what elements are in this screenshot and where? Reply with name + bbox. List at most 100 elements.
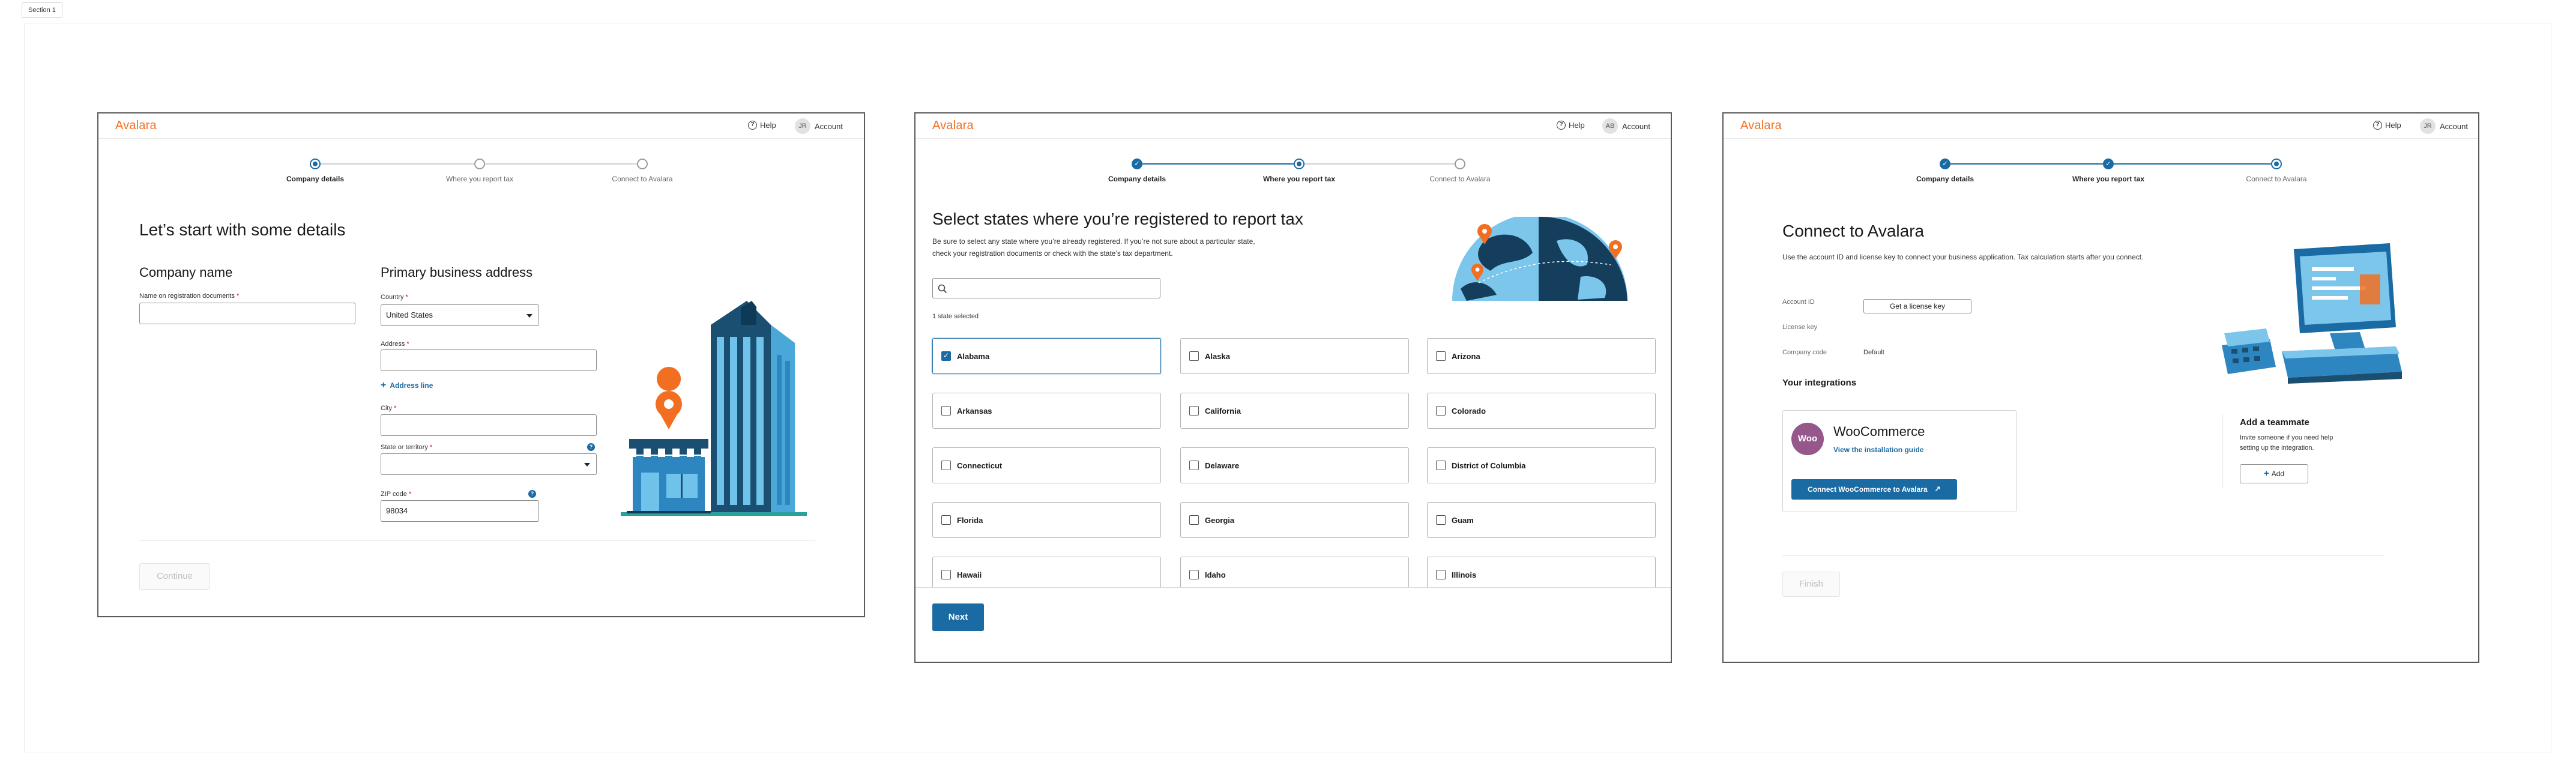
woocommerce-logo-icon: Woo <box>1791 423 1824 455</box>
country-value: United States <box>386 310 433 319</box>
integrations-heading: Your integrations <box>1782 378 1857 388</box>
checkbox-icon[interactable] <box>941 515 951 525</box>
state-option-card[interactable]: Arkansas <box>932 393 1161 429</box>
step-2-label: Where you report tax <box>1262 175 1336 183</box>
installation-guide-link[interactable]: View the installation guide <box>1833 446 1923 454</box>
account-label: Account <box>2440 121 2468 131</box>
avatar: AB <box>1602 118 1618 134</box>
add-teammate-button[interactable]: + Add <box>2240 464 2308 483</box>
globe-illustration <box>1452 217 1627 301</box>
integration-card: Woo WooCommerce View the installation gu… <box>1782 410 2016 512</box>
finish-button[interactable]: Finish <box>1782 572 1840 597</box>
step-1-current-icon <box>310 159 321 169</box>
state-search-input[interactable] <box>932 278 1160 298</box>
help-label: Help <box>2385 121 2401 130</box>
state-option-card[interactable]: Guam <box>1427 502 1656 538</box>
company-code-label: Company code <box>1782 349 1827 356</box>
avalara-logo[interactable]: Avalara <box>932 119 974 133</box>
state-option-card[interactable]: District of Columbia <box>1427 447 1656 483</box>
state-option-label: Hawaii <box>957 570 982 579</box>
continue-button[interactable]: Continue <box>139 563 210 590</box>
checkbox-icon[interactable] <box>941 406 951 416</box>
help-link[interactable]: ? Help <box>748 121 776 130</box>
account-menu[interactable]: AB Account <box>1602 118 1650 134</box>
info-icon[interactable]: ? <box>587 443 595 451</box>
storefront-illustration <box>621 301 807 516</box>
checkbox-icon[interactable] <box>1436 570 1446 579</box>
avatar: JR <box>795 118 810 134</box>
info-icon[interactable]: ? <box>528 490 536 498</box>
city-input[interactable] <box>381 414 597 436</box>
checkbox-icon[interactable] <box>1436 406 1446 416</box>
avalara-logo[interactable]: Avalara <box>1740 119 1782 133</box>
state-option-label: California <box>1205 406 1241 416</box>
address-heading: Primary business address <box>381 265 533 280</box>
avatar: JR <box>2420 118 2436 134</box>
checkbox-icon[interactable] <box>1189 515 1199 525</box>
state-option-card[interactable]: Arizona <box>1427 338 1656 374</box>
state-option-card[interactable]: ✓ Alabama <box>932 338 1161 374</box>
state-option-card[interactable]: Alaska <box>1180 338 1409 374</box>
license-key-label: License key <box>1782 324 1818 331</box>
next-button[interactable]: Next <box>932 603 984 631</box>
state-option-label: Idaho <box>1205 570 1226 579</box>
step-3-current-icon <box>2271 159 2282 169</box>
add-teammate-desc-line2: setting up the integration. <box>2240 444 2314 452</box>
checkbox-icon[interactable] <box>1189 351 1199 361</box>
help-icon: ? <box>2373 121 2382 130</box>
state-option-card[interactable]: Connecticut <box>932 447 1161 483</box>
step-2-label: Where you report tax <box>2072 175 2145 183</box>
state-option-label: Illinois <box>1452 570 1477 579</box>
state-option-card[interactable]: Florida <box>932 502 1161 538</box>
state-option-label: Alabama <box>957 351 990 361</box>
step-3-label: Connect to Avalara <box>2246 175 2307 183</box>
state-option-card[interactable]: Colorado <box>1427 393 1656 429</box>
state-select[interactable] <box>381 453 597 475</box>
state-option-label: District of Columbia <box>1452 461 1526 470</box>
state-option-card[interactable]: California <box>1180 393 1409 429</box>
checkbox-icon[interactable] <box>1436 351 1446 361</box>
state-option-label: Colorado <box>1452 406 1486 416</box>
account-label: Account <box>1622 121 1650 131</box>
checkbox-icon[interactable] <box>941 461 951 470</box>
zip-input[interactable]: 98034 <box>381 500 539 522</box>
company-name-input[interactable] <box>139 303 355 324</box>
account-menu[interactable]: JR Account <box>795 118 843 134</box>
connect-woocommerce-button[interactable]: Connect WooCommerce to Avalara ↗ <box>1791 479 1957 500</box>
step-connector <box>2114 163 2276 165</box>
company-code-value: Default <box>1863 349 1884 356</box>
help-link[interactable]: ? Help <box>1557 121 1585 130</box>
checkbox-checked-icon[interactable]: ✓ <box>941 351 951 361</box>
account-menu[interactable]: JR Account <box>2420 118 2468 134</box>
page-title: Connect to Avalara <box>1782 222 1925 240</box>
get-license-key-button[interactable]: Get a license key <box>1863 299 1971 313</box>
add-address-line-link[interactable]: + Address line <box>381 380 433 391</box>
state-option-label: Georgia <box>1205 515 1235 525</box>
progress-stepper: ✓ ✓ Company details Where you report tax… <box>1724 158 2478 183</box>
state-option-label: Arkansas <box>957 406 992 416</box>
step-2-icon <box>474 159 485 169</box>
checkbox-icon[interactable] <box>1189 461 1199 470</box>
screen-company-details: Avalara ? Help JR Account Company detail… <box>97 112 865 617</box>
top-bar: Avalara ? Help JR Account <box>98 113 864 139</box>
checkbox-icon[interactable] <box>1189 406 1199 416</box>
account-label: Account <box>815 121 843 131</box>
page-description-line1: Be sure to select any state where you’re… <box>932 237 1255 246</box>
avalara-logo[interactable]: Avalara <box>115 119 157 133</box>
step-connector <box>1946 163 2109 165</box>
country-select[interactable]: United States <box>381 304 539 326</box>
zip-label: ZIP code * <box>381 491 412 498</box>
checkbox-icon[interactable] <box>1189 570 1199 579</box>
state-option-card[interactable]: Georgia <box>1180 502 1409 538</box>
selected-count: 1 state selected <box>932 313 979 320</box>
screen-report-tax: Avalara ? Help AB Account ✓ Company deta… <box>914 112 1672 663</box>
help-link[interactable]: ? Help <box>2373 121 2401 130</box>
checkbox-icon[interactable] <box>1436 515 1446 525</box>
checkbox-icon[interactable] <box>941 570 951 579</box>
checkbox-icon[interactable] <box>1436 461 1446 470</box>
address-input[interactable] <box>381 349 597 371</box>
integration-name: WooCommerce <box>1833 424 1925 439</box>
external-link-icon: ↗ <box>1934 485 1941 494</box>
state-option-card[interactable]: Delaware <box>1180 447 1409 483</box>
progress-stepper: ✓ Company details Where you report tax C… <box>915 158 1671 183</box>
